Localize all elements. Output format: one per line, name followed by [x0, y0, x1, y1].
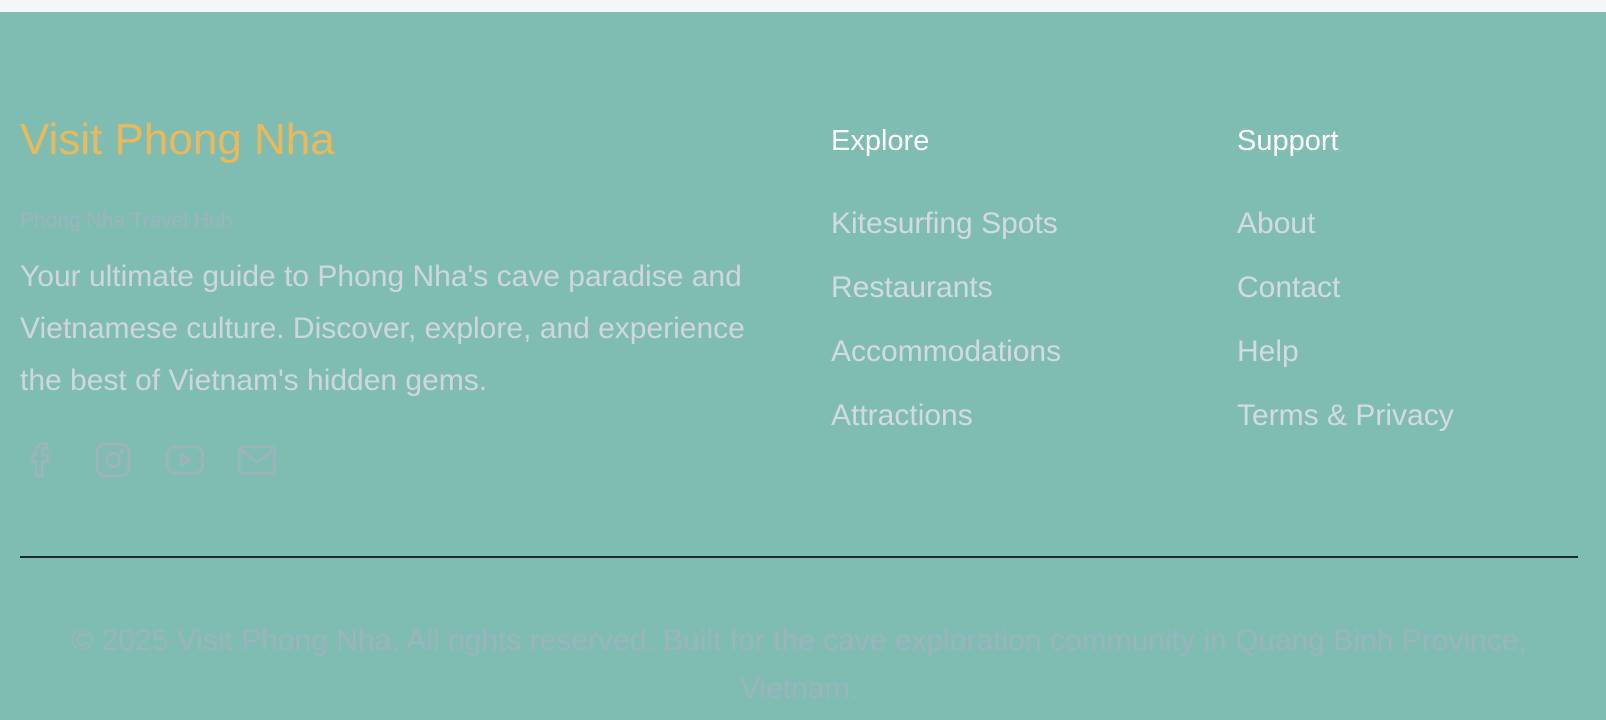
explore-link-restaurants[interactable]: Restaurants	[831, 256, 1061, 320]
page-top-edge	[0, 0, 1606, 12]
social-links	[20, 438, 278, 482]
youtube-icon	[165, 445, 205, 475]
explore-link-accommodations[interactable]: Accommodations	[831, 320, 1061, 384]
support-link-terms[interactable]: Terms & Privacy	[1237, 384, 1454, 448]
explore-link-attractions[interactable]: Attractions	[831, 384, 1061, 448]
support-links: About Contact Help Terms & Privacy	[1237, 192, 1454, 448]
support-heading: Support	[1237, 125, 1339, 157]
instagram-link[interactable]	[92, 438, 134, 482]
mail-link[interactable]	[236, 438, 278, 482]
facebook-icon	[31, 442, 50, 478]
footer-divider	[20, 556, 1578, 558]
explore-link-kitesurfing[interactable]: Kitesurfing Spots	[831, 192, 1061, 256]
support-link-about[interactable]: About	[1237, 192, 1454, 256]
instagram-icon	[95, 442, 131, 478]
copyright-notice: © 2025 Visit Phong Nha. All rights reser…	[71, 624, 1527, 705]
brand-description: Your ultimate guide to Phong Nha's cave …	[20, 260, 745, 397]
explore-links: Kitesurfing Spots Restaurants Accommodat…	[831, 192, 1061, 448]
brand-tagline: Phong Nha Travel Hub	[20, 209, 233, 232]
support-link-help[interactable]: Help	[1237, 320, 1454, 384]
youtube-link[interactable]	[164, 438, 206, 482]
support-link-contact[interactable]: Contact	[1237, 256, 1454, 320]
explore-heading: Explore	[831, 125, 930, 157]
facebook-link[interactable]	[20, 438, 62, 482]
brand-title[interactable]: Visit Phong Nha	[20, 113, 335, 167]
site-footer: Visit Phong Nha Phong Nha Travel Hub You…	[0, 12, 1606, 720]
mail-icon	[237, 445, 277, 475]
